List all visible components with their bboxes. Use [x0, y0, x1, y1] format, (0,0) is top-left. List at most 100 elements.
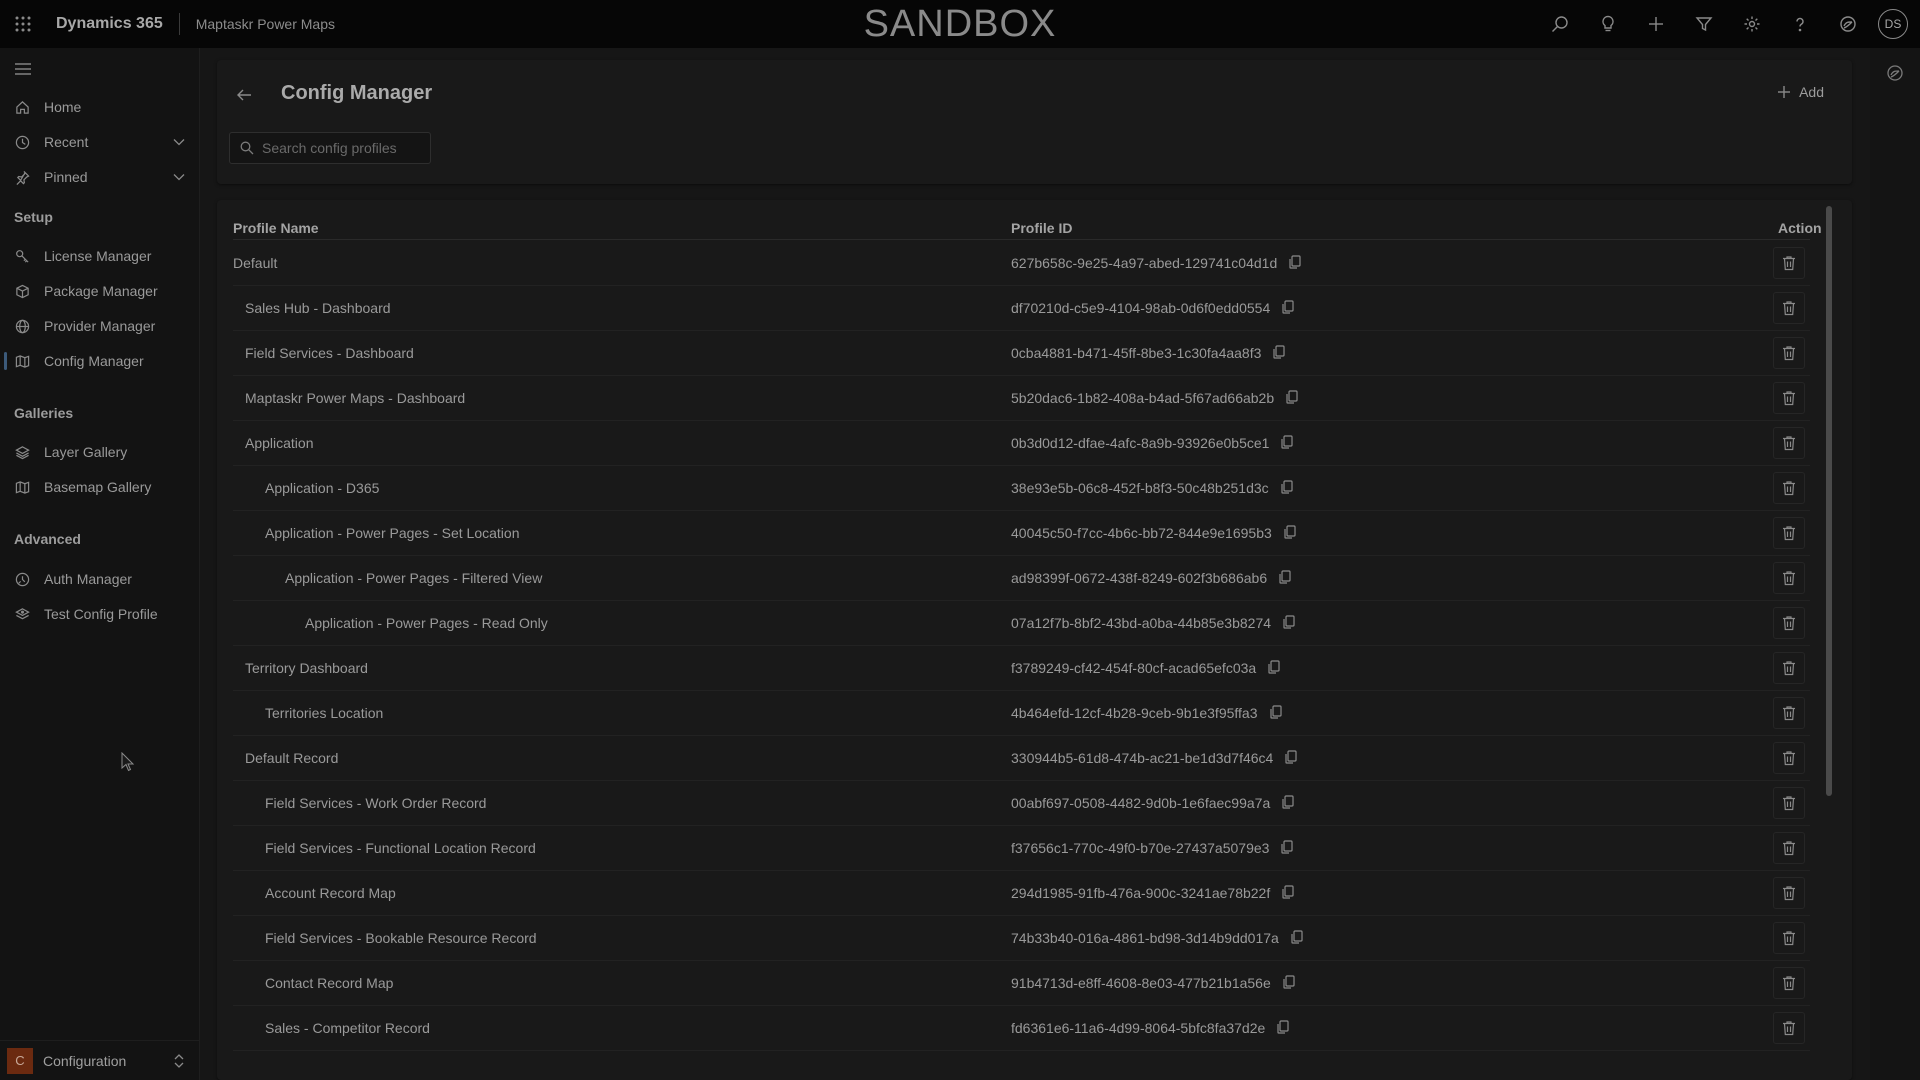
- delete-button[interactable]: [1773, 877, 1805, 909]
- copy-icon[interactable]: [1268, 660, 1280, 674]
- copy-icon[interactable]: [1279, 570, 1291, 584]
- delete-button[interactable]: [1773, 337, 1805, 369]
- delete-button[interactable]: [1773, 292, 1805, 324]
- delete-button[interactable]: [1773, 922, 1805, 954]
- scrollbar[interactable]: [1826, 206, 1832, 796]
- profile-id: 07a12f7b-8bf2-43bd-a0ba-44b85e3b8274: [1011, 615, 1272, 631]
- table-row[interactable]: Default 627b658c-9e25-4a97-abed-129741c04…: [233, 241, 1810, 286]
- copy-icon[interactable]: [1282, 795, 1294, 809]
- back-arrow-icon[interactable]: [235, 86, 255, 106]
- delete-button[interactable]: [1773, 562, 1805, 594]
- table-row[interactable]: Application - Power Pages - Set Location…: [233, 511, 1810, 556]
- app-name[interactable]: Maptaskr Power Maps: [196, 16, 335, 32]
- delete-button[interactable]: [1773, 742, 1805, 774]
- hamburger-icon[interactable]: [14, 62, 32, 76]
- copilot-icon[interactable]: [1886, 64, 1904, 82]
- search-input[interactable]: [262, 140, 422, 156]
- copy-icon[interactable]: [1273, 345, 1286, 359]
- copilot-icon[interactable]: [1824, 0, 1872, 48]
- package-icon: [14, 283, 30, 299]
- table-row[interactable]: Field Services - Dashboard 0cba4881-b471-…: [233, 331, 1810, 376]
- sidebar-item-provider-manager[interactable]: Provider Manager: [0, 309, 200, 343]
- delete-button[interactable]: [1773, 1012, 1805, 1044]
- profile-id: fd6361e6-11a6-4d99-8064-5bfc8fa37d2e: [1011, 1020, 1266, 1036]
- copy-icon[interactable]: [1282, 885, 1294, 899]
- profile-id: 38e93e5b-06c8-452f-b8f3-50c48b251d3c: [1011, 480, 1269, 496]
- trash-icon: [1782, 615, 1796, 631]
- brand-name[interactable]: Dynamics 365: [56, 15, 163, 33]
- copy-icon[interactable]: [1269, 705, 1282, 719]
- delete-button[interactable]: [1773, 247, 1805, 279]
- column-header-profile-name[interactable]: Profile Name: [233, 220, 319, 236]
- copy-icon[interactable]: [1281, 435, 1294, 449]
- search-icon[interactable]: [1536, 0, 1584, 48]
- copy-icon[interactable]: [1281, 840, 1294, 854]
- delete-button[interactable]: [1773, 382, 1805, 414]
- filter-icon[interactable]: [1680, 0, 1728, 48]
- delete-button[interactable]: [1773, 967, 1805, 999]
- table-row[interactable]: Default Record 330944b5-61d8-474b-ac21-be…: [233, 736, 1810, 781]
- sidebar-item-test-config-profile[interactable]: Test Config Profile: [0, 597, 200, 631]
- copy-icon[interactable]: [1283, 615, 1295, 629]
- sidebar-item-pinned[interactable]: Pinned: [0, 160, 200, 194]
- sidebar-item-layer-gallery[interactable]: Layer Gallery: [0, 435, 200, 469]
- sidebar-item-auth-manager[interactable]: Auth Manager: [0, 562, 200, 596]
- chevron-down-icon[interactable]: [172, 135, 186, 149]
- profile-name: Default Record: [245, 750, 339, 766]
- delete-button[interactable]: [1773, 832, 1805, 864]
- table-row[interactable]: Field Services - Bookable Resource Recor…: [233, 916, 1810, 961]
- copy-icon[interactable]: [1286, 390, 1298, 404]
- sidebar-item-home[interactable]: Home: [0, 90, 200, 124]
- copy-icon[interactable]: [1285, 750, 1297, 764]
- table-row[interactable]: Sales Hub - Dashboard df70210d-c5e9-4104-…: [233, 286, 1810, 331]
- copy-icon[interactable]: [1289, 255, 1301, 269]
- copy-icon[interactable]: [1282, 300, 1294, 314]
- table-row[interactable]: Application - D365 38e93e5b-06c8-452f-b8f…: [233, 466, 1810, 511]
- avatar[interactable]: DS: [1878, 9, 1908, 39]
- delete-button[interactable]: [1773, 517, 1805, 549]
- delete-button[interactable]: [1773, 652, 1805, 684]
- profile-name: Territory Dashboard: [245, 660, 368, 676]
- app-launcher-icon[interactable]: [0, 0, 46, 48]
- help-icon[interactable]: [1776, 0, 1824, 48]
- sidebar-item-recent[interactable]: Recent: [0, 125, 200, 159]
- topbar-divider: [178, 13, 180, 35]
- column-header-profile-id[interactable]: Profile ID: [1011, 220, 1072, 236]
- copy-icon[interactable]: [1284, 525, 1296, 539]
- lightbulb-icon[interactable]: [1584, 0, 1632, 48]
- search-box[interactable]: [229, 132, 431, 164]
- delete-button[interactable]: [1773, 472, 1805, 504]
- delete-button[interactable]: [1773, 697, 1805, 729]
- delete-button[interactable]: [1773, 787, 1805, 819]
- delete-button[interactable]: [1773, 607, 1805, 639]
- plus-icon[interactable]: [1632, 0, 1680, 48]
- table-row[interactable]: Field Services - Functional Location Rec…: [233, 826, 1810, 871]
- delete-button[interactable]: [1773, 427, 1805, 459]
- sidebar-item-package-manager[interactable]: Package Manager: [0, 274, 200, 308]
- chevron-down-icon[interactable]: [172, 170, 186, 184]
- copy-icon[interactable]: [1283, 975, 1295, 989]
- table-row[interactable]: Application - Power Pages - Filtered Vie…: [233, 556, 1810, 601]
- sidebar-item-license-manager[interactable]: License Manager: [0, 239, 200, 273]
- copy-icon[interactable]: [1291, 930, 1303, 944]
- table-row[interactable]: Sales - Competitor Record fd6361e6-11a6-4…: [233, 1006, 1810, 1051]
- copy-icon[interactable]: [1281, 480, 1293, 494]
- table-row[interactable]: Field Services - Work Order Record 00abf6…: [233, 781, 1810, 826]
- profile-id: 91b4713d-e8ff-4608-8e03-477b21b1a56e: [1011, 975, 1271, 991]
- table-row[interactable]: Territory Dashboard f3789249-cf42-454f-80…: [233, 646, 1810, 691]
- table-row[interactable]: Application 0b3d0d12-dfae-4afc-8a9b-93926…: [233, 421, 1810, 466]
- table-row[interactable]: Contact Record Map 91b4713d-e8ff-4608-8e0…: [233, 961, 1810, 1006]
- area-switcher[interactable]: C Configuration: [0, 1040, 200, 1080]
- chevron-updown-icon[interactable]: [172, 1053, 186, 1069]
- table-row[interactable]: Territories Location 4b464efd-12cf-4b28-9…: [233, 691, 1810, 736]
- table-row[interactable]: Application - Power Pages - Read Only 07a…: [233, 601, 1810, 646]
- sidebar-item-config-manager[interactable]: Config Manager: [0, 344, 200, 378]
- profile-id: 4b464efd-12cf-4b28-9ceb-9b1e3f95ffa3: [1011, 705, 1258, 721]
- gear-icon[interactable]: [1728, 0, 1776, 48]
- sidebar-item-basemap-gallery[interactable]: Basemap Gallery: [0, 470, 200, 504]
- sidebar-item-label: Pinned: [44, 169, 88, 185]
- table-row[interactable]: Account Record Map 294d1985-91fb-476a-900…: [233, 871, 1810, 916]
- table-row[interactable]: Maptaskr Power Maps - Dashboard 5b20dac6-…: [233, 376, 1810, 421]
- copy-icon[interactable]: [1277, 1020, 1289, 1034]
- add-button[interactable]: Add: [1777, 84, 1824, 100]
